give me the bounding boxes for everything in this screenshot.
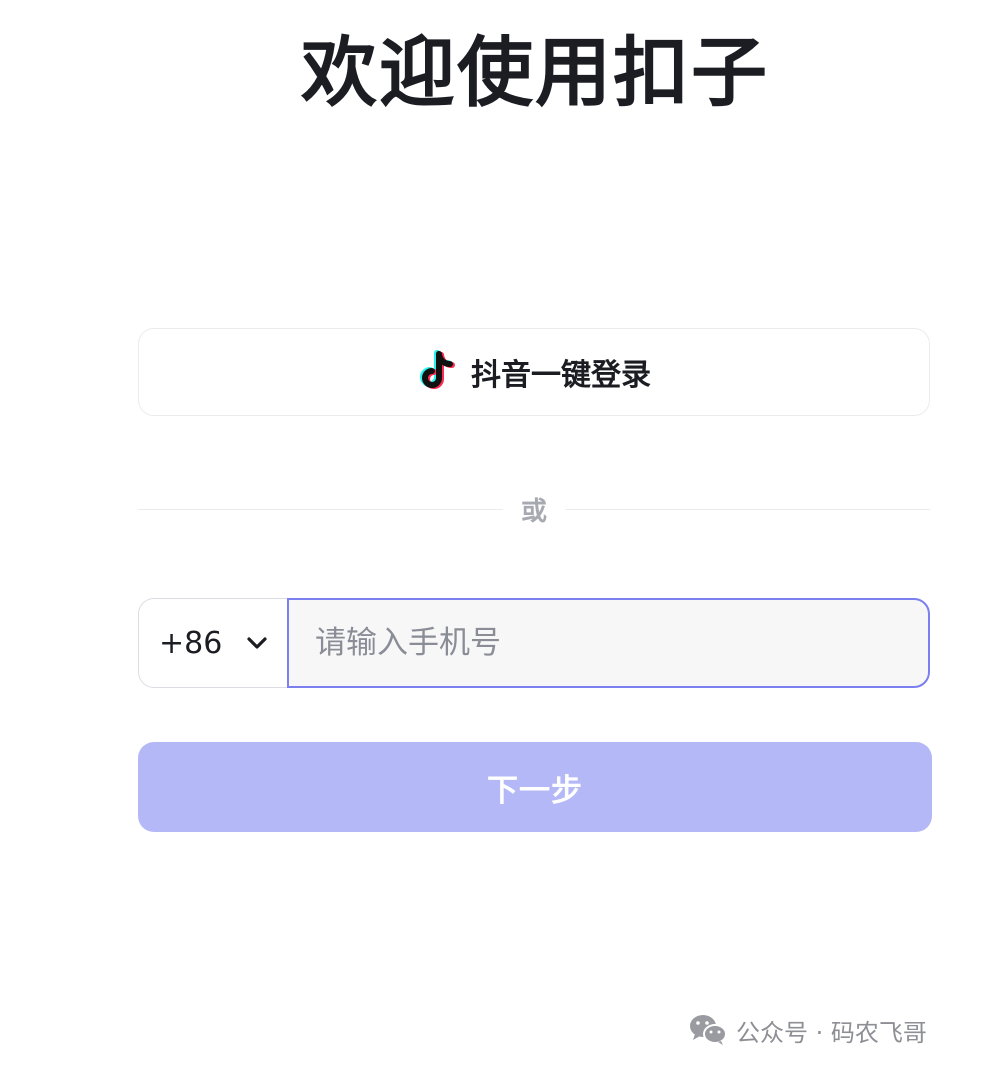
phone-input-row: +86 [138,598,930,688]
phone-input-wrapper [287,598,930,688]
watermark: 公众号 · 码农飞哥 [688,1010,927,1050]
chevron-down-icon [247,637,267,649]
douyin-icon [420,350,455,389]
country-code-select[interactable]: +86 [138,598,287,688]
or-divider: 或 [138,488,931,530]
next-step-button[interactable]: 下一步 [138,742,932,832]
douyin-login-label: 抖音一键登录 [471,358,651,393]
douyin-login-button[interactable]: 抖音一键登录 [138,328,930,416]
phone-number-input[interactable] [289,600,928,686]
divider-text: 或 [521,496,548,527]
divider-line-right [565,508,931,510]
wechat-icon [690,1015,727,1045]
country-code-value: +86 [159,625,223,661]
watermark-text: 公众号 · 码农飞哥 [736,1018,927,1047]
next-step-label: 下一步 [487,772,583,809]
page-title: 欢迎使用扣子 [301,28,769,117]
divider-line-left [138,508,503,510]
